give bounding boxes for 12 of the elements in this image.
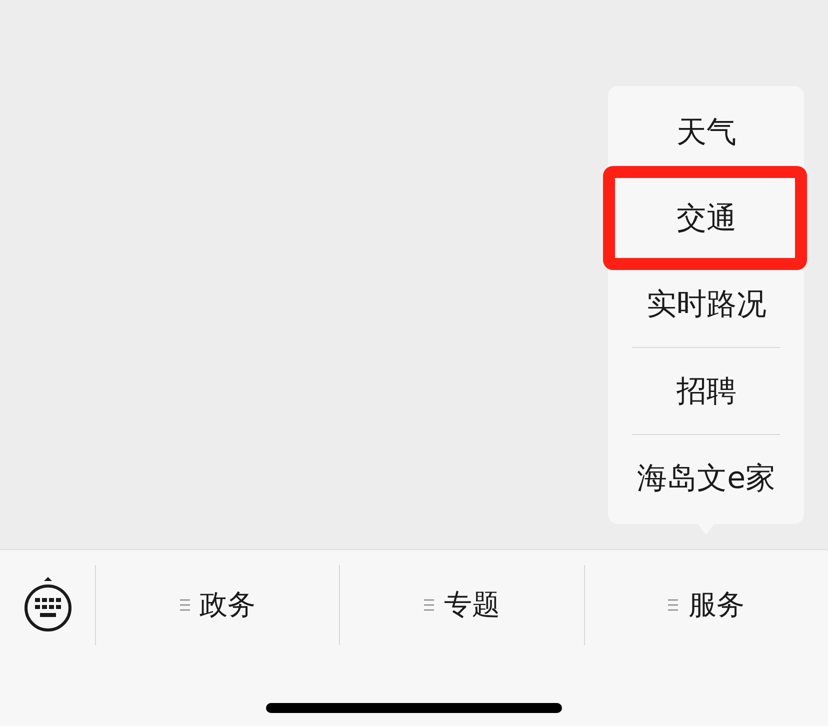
- menu-tab[interactable]: 政务: [172, 580, 264, 630]
- menu-item[interactable]: 实时路况: [608, 261, 804, 347]
- menu-item[interactable]: 天气: [608, 89, 804, 175]
- menu-tab[interactable]: 服务: [660, 580, 752, 630]
- menu-item[interactable]: 招聘: [608, 348, 804, 434]
- menu-icon: [668, 599, 678, 611]
- menu-tab[interactable]: 专题: [416, 580, 508, 630]
- menu-icon: [424, 599, 434, 611]
- menu-item[interactable]: 海岛文e家: [608, 435, 804, 521]
- menu-item[interactable]: 交通: [608, 175, 804, 261]
- keyboard-icon[interactable]: [24, 577, 72, 633]
- menu-icon: [180, 599, 190, 611]
